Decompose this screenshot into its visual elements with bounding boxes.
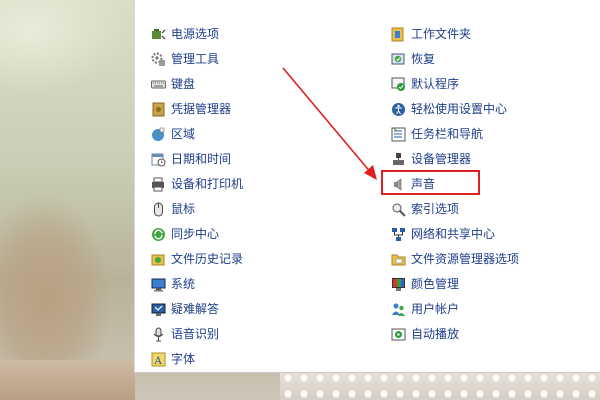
annotation-arrow <box>282 67 377 180</box>
